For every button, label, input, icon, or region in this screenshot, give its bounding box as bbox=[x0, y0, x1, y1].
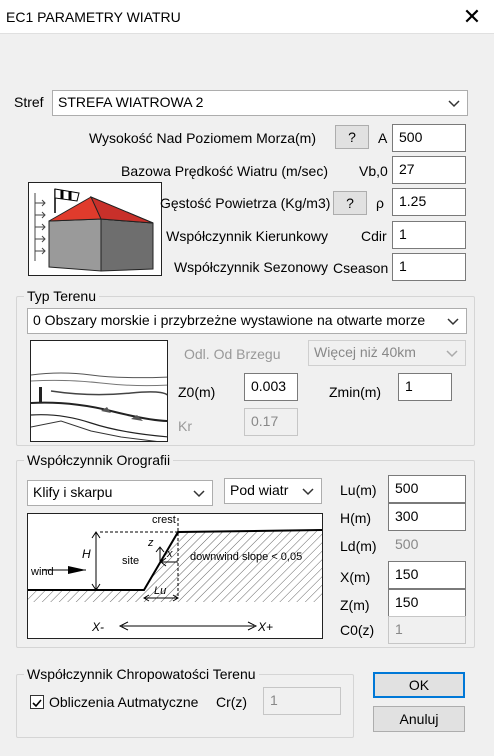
orography-type-select[interactable]: Klify i skarpu bbox=[27, 480, 213, 506]
zone-value: STREFA WIATROWA 2 bbox=[58, 94, 204, 110]
auto-calc-checkbox[interactable] bbox=[30, 695, 44, 709]
base-speed-symbol: Vb,0 bbox=[359, 163, 388, 179]
altitude-label: Wysokość Nad Poziomem Morza(m) bbox=[88, 130, 316, 146]
season-factor-input[interactable]: 1 bbox=[392, 253, 466, 281]
zone-select[interactable]: STREFA WIATROWA 2 bbox=[52, 90, 468, 116]
h-input[interactable]: 300 bbox=[388, 503, 466, 531]
ld-input: 500 bbox=[388, 531, 466, 559]
base-speed-input[interactable]: 27 bbox=[392, 156, 466, 184]
x-input[interactable]: 150 bbox=[388, 561, 466, 589]
c0-input: 1 bbox=[388, 616, 466, 644]
air-density-symbol: ρ bbox=[376, 195, 384, 211]
crest-text: crest bbox=[152, 514, 176, 526]
season-factor-symbol: Cseason bbox=[333, 260, 389, 276]
checkmark-icon bbox=[32, 699, 42, 708]
coast-distance-label: Odl. Od Brzegu bbox=[184, 346, 281, 362]
orography-group-title: Współczynnik Orografii bbox=[24, 452, 174, 468]
chevron-down-icon bbox=[193, 490, 205, 498]
chevron-down-icon bbox=[447, 318, 459, 326]
terrain-category-select[interactable]: 0 Obszary morskie i przybrzeżne wystawio… bbox=[27, 308, 467, 334]
season-factor-label: Współczynnik Sezonowy bbox=[173, 259, 328, 275]
terrain-category-value: 0 Obszary morskie i przybrzeżne wystawio… bbox=[33, 312, 426, 328]
coast-distance-value: Więcej niż 40km bbox=[314, 344, 416, 360]
orography-direction-value: Pod wiatr bbox=[230, 482, 289, 498]
cr-label: Cr(z) bbox=[216, 694, 248, 710]
zmin-label: Zmin(m) bbox=[329, 384, 382, 400]
z0-input[interactable]: 0.003 bbox=[244, 373, 298, 401]
auto-calc-label[interactable]: Obliczenia Autmatyczne bbox=[49, 694, 198, 710]
direction-factor-input[interactable]: 1 bbox=[392, 221, 466, 249]
z0-label: Z0(m) bbox=[178, 384, 216, 400]
c0-label: C0(z) bbox=[340, 622, 375, 638]
cancel-button[interactable]: Anuluj bbox=[373, 706, 465, 732]
direction-factor-symbol: Cdir bbox=[361, 228, 387, 244]
window-title: EC1 PARAMETRY WIATRU bbox=[6, 9, 181, 25]
lu-text: Lu bbox=[154, 585, 166, 597]
altitude-input[interactable]: 500 bbox=[392, 124, 466, 152]
building-image bbox=[28, 182, 162, 276]
altitude-symbol: A bbox=[378, 130, 388, 146]
base-speed-label: Bazowa Prędkość Wiatru (m/sec) bbox=[121, 163, 328, 179]
z-label: Z(m) bbox=[340, 597, 370, 613]
air-density-label: Gęstość Powietrza (Kg/m3) bbox=[160, 195, 331, 211]
x-text: x bbox=[166, 548, 173, 560]
z-input[interactable]: 150 bbox=[388, 589, 466, 617]
chevron-down-icon bbox=[446, 350, 458, 358]
slope-text: downwind slope < 0,05 bbox=[190, 551, 302, 563]
x-label: X(m) bbox=[340, 569, 371, 585]
direction-factor-label: Współczynnik Kierunkowy bbox=[166, 228, 328, 244]
kr-label: Kr bbox=[178, 418, 192, 434]
cr-input: 1 bbox=[263, 687, 341, 715]
coast-distance-select: Więcej niż 40km bbox=[308, 340, 466, 366]
terrain-image bbox=[30, 340, 168, 442]
roughness-group-title: Współczynnik Chropowatości Terenu bbox=[24, 666, 259, 682]
z-text: z bbox=[147, 537, 154, 549]
wind-text: wind bbox=[30, 566, 54, 578]
zmin-input[interactable]: 1 bbox=[398, 373, 452, 401]
close-icon[interactable]: ✕ bbox=[456, 2, 488, 32]
chevron-down-icon bbox=[302, 488, 314, 496]
orography-direction-select[interactable]: Pod wiatr bbox=[224, 478, 322, 504]
orography-diagram: crest site wind H z x downwind slope < 0… bbox=[27, 513, 323, 639]
h-label: H(m) bbox=[340, 510, 372, 526]
chevron-down-icon bbox=[448, 100, 460, 108]
ld-label: Ld(m) bbox=[340, 538, 377, 554]
altitude-help-button[interactable]: ? bbox=[335, 125, 369, 149]
site-text: site bbox=[122, 555, 139, 567]
terrain-group-title: Typ Terenu bbox=[24, 288, 100, 304]
zone-label: Stref bbox=[14, 94, 44, 110]
air-density-input[interactable]: 1.25 bbox=[392, 188, 466, 216]
x-minus-text: X- bbox=[91, 620, 104, 634]
air-density-help-button[interactable]: ? bbox=[333, 191, 367, 215]
lu-input[interactable]: 500 bbox=[388, 475, 466, 503]
lu-label: Lu(m) bbox=[340, 482, 377, 498]
x-plus-text: X+ bbox=[257, 620, 273, 634]
h-text: H bbox=[82, 547, 91, 561]
kr-input: 0.17 bbox=[244, 408, 298, 436]
orography-type-value: Klify i skarpu bbox=[33, 484, 113, 500]
ok-button[interactable]: OK bbox=[373, 672, 465, 698]
